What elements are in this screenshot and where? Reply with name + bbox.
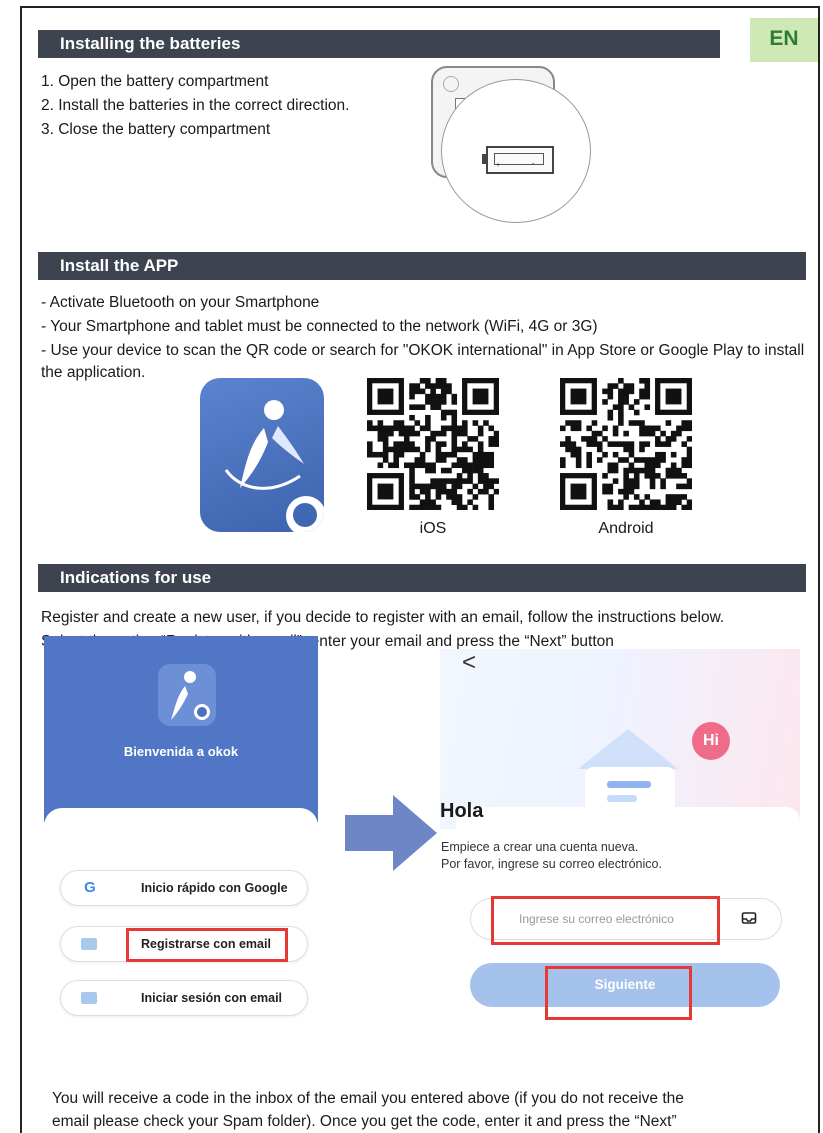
battery-minus-mark: - [532, 161, 535, 168]
phone-screen-welcome: Bienvenida a okok G Inicio rápido con Go… [44, 636, 318, 1074]
signup-subtitle-2: Por favor, ingrese su correo electrónico… [441, 857, 662, 871]
google-signin-label: Inicio rápido con Google [141, 881, 288, 895]
mail-icon [81, 935, 99, 953]
hi-bubble-icon: Hi [692, 722, 730, 760]
qr-code-android [560, 378, 692, 510]
okok-logo-icon [158, 664, 216, 726]
app-instruction-1: - Activate Bluetooth on your Smartphone [41, 294, 320, 311]
runner-logo-icon [224, 400, 304, 490]
login-email-button[interactable]: Iniciar sesión con email [60, 980, 308, 1016]
qr-label-ios: iOS [419, 520, 447, 537]
arrow-right-icon [345, 795, 437, 871]
envelope-icon [578, 729, 678, 769]
login-email-label: Iniciar sesión con email [141, 991, 283, 1005]
battery-plus-mark: + [496, 162, 501, 169]
scale-foot [443, 76, 459, 92]
footer-line-1: You will receive a code in the inbox of … [52, 1090, 684, 1107]
section-header-batteries: Installing the batteries [38, 30, 720, 58]
highlight-email-input [491, 896, 720, 945]
section-header-install-app: Install the APP [38, 252, 806, 280]
qr-code-ios [367, 378, 499, 510]
battery-icon: + - [482, 146, 554, 174]
language-badge: EN [750, 18, 818, 62]
mail-icon [81, 989, 99, 1007]
okok-app-icon [200, 378, 324, 532]
highlight-next-button [545, 966, 692, 1020]
signup-subtitle-1: Empiece a crear una cuenta nueva. [441, 840, 639, 854]
highlight-register-email [126, 928, 288, 962]
globe-icon [286, 496, 324, 532]
battery-step-2: 2. Install the batteries in the correct … [41, 97, 350, 114]
greeting-title: Hola [440, 800, 484, 822]
google-signin-button[interactable]: G Inicio rápido con Google [60, 870, 308, 906]
battery-step-3: 3. Close the battery compartment [41, 121, 271, 138]
inbox-icon[interactable] [741, 910, 757, 930]
indications-line-1: Register and create a new user, if you d… [41, 609, 725, 626]
app-instruction-2: - Your Smartphone and tablet must be con… [41, 318, 598, 335]
qr-label-android: Android [598, 520, 654, 537]
battery-step-1: 1. Open the battery compartment [41, 73, 269, 90]
google-icon: G [84, 879, 96, 896]
footer-line-2: email please check your Spam folder). On… [52, 1113, 677, 1130]
section-header-indications: Indications for use [38, 564, 806, 592]
back-chevron-icon[interactable]: < [462, 649, 476, 677]
welcome-title: Bienvenida a okok [123, 744, 239, 759]
